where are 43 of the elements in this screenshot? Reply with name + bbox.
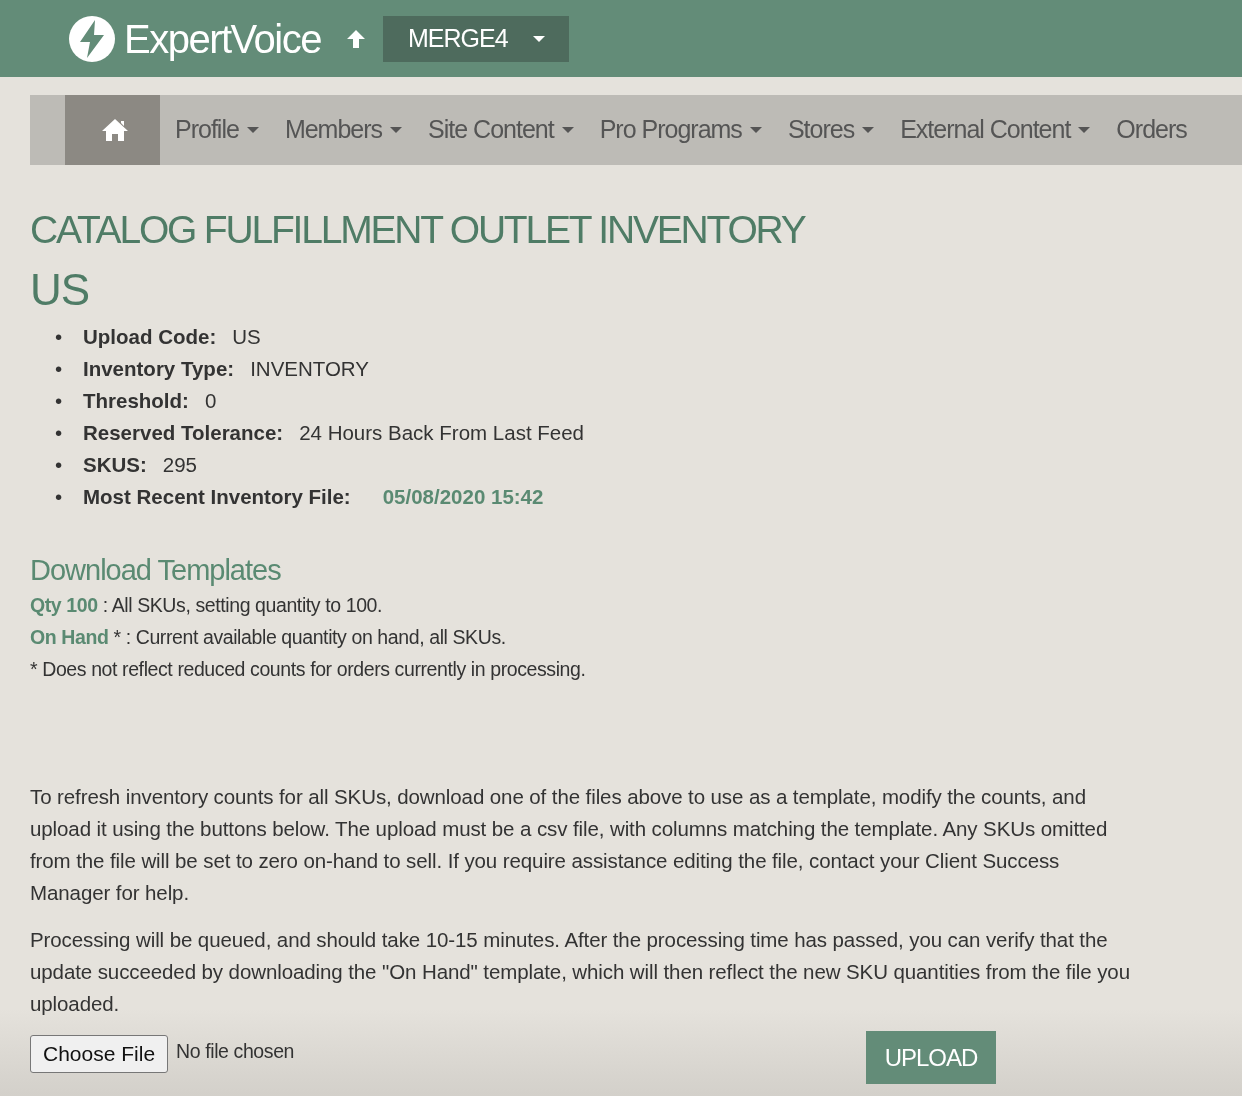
template-link[interactable]: Qty 100 — [30, 594, 98, 617]
nav-tab[interactable]: Stores — [772, 95, 886, 165]
nav-tab[interactable]: Members — [269, 95, 414, 165]
home-icon — [100, 118, 129, 142]
file-date-link[interactable]: 05/08/2020 15:42 — [382, 480, 544, 513]
template-line: Qty 100 : All SKUs, setting quantity to 100. — [30, 593, 384, 619]
detail-label: Upload Code: — [83, 323, 217, 350]
detail-value: INVENTORY — [250, 355, 369, 382]
home-tab[interactable] — [65, 95, 160, 165]
brand-name: ExpertVoice — [124, 15, 321, 63]
detail-value: 0 — [204, 387, 217, 414]
nav-tab[interactable]: Pro Programs — [584, 95, 773, 165]
bullet: • — [55, 387, 64, 414]
footnote: * Does not reflect reduced counts for orders currently in processing. — [30, 657, 587, 683]
nav-tab[interactable]: External Content — [885, 95, 1102, 165]
upload-button[interactable]: UPLOAD — [866, 1031, 996, 1085]
bullet: • — [55, 323, 64, 350]
environment-dropdown[interactable]: MERGE4 — [382, 15, 569, 62]
logo-icon — [68, 14, 116, 63]
detail-value: 295 — [162, 451, 197, 478]
instructions-text: Processing will be queued, and should take 10-15 minutes. After the processing time has passed, you can verify that the update succeeded by downloading the "On Hand" template, which will then reflect the new SKU quantities from the file you uploaded. — [30, 927, 1131, 1018]
detail-label: Most Recent Inventory File: — [83, 483, 351, 510]
detail-label: Threshold: — [83, 387, 189, 414]
file-status: No file chosen — [176, 1039, 295, 1065]
detail-label: Reserved Tolerance: — [83, 419, 284, 446]
page-subtitle: US — [30, 263, 91, 316]
bullet: • — [55, 451, 64, 478]
bullet: • — [55, 419, 64, 446]
template-line: On Hand * : Current available quantity on hand, all SKUs. — [30, 625, 507, 651]
nav-tab[interactable]: Profile — [160, 95, 270, 165]
detail-value: 24 Hours Back From Last Feed — [299, 419, 584, 446]
nav-tab[interactable]: Orders — [1101, 95, 1198, 165]
section-heading: Download Templates — [30, 552, 282, 588]
bullet: • — [55, 483, 64, 510]
detail-value: US — [232, 323, 261, 350]
bullet: • — [55, 355, 64, 382]
nav-tab[interactable]: Site Content — [413, 95, 585, 165]
instructions-text: To refresh inventory counts for all SKUs, download one of the files above to use as a template, modify the counts, and upload it using the buttons below. The upload must be a csv file, with columns matching the template. Any SKUs omitted from the file will be set to zero on-hand to sell. If you require assistance editing the file, contact your Client Success Manager for help. — [30, 784, 1109, 907]
page-title: CATALOG FULFILLMENT OUTLET INVENTORY — [30, 207, 807, 253]
template-link[interactable]: On Hand — [30, 626, 109, 649]
detail-label: Inventory Type: — [83, 355, 235, 382]
detail-label: SKUS: — [83, 451, 147, 478]
choose-file-button[interactable]: Choose File — [30, 1035, 169, 1073]
